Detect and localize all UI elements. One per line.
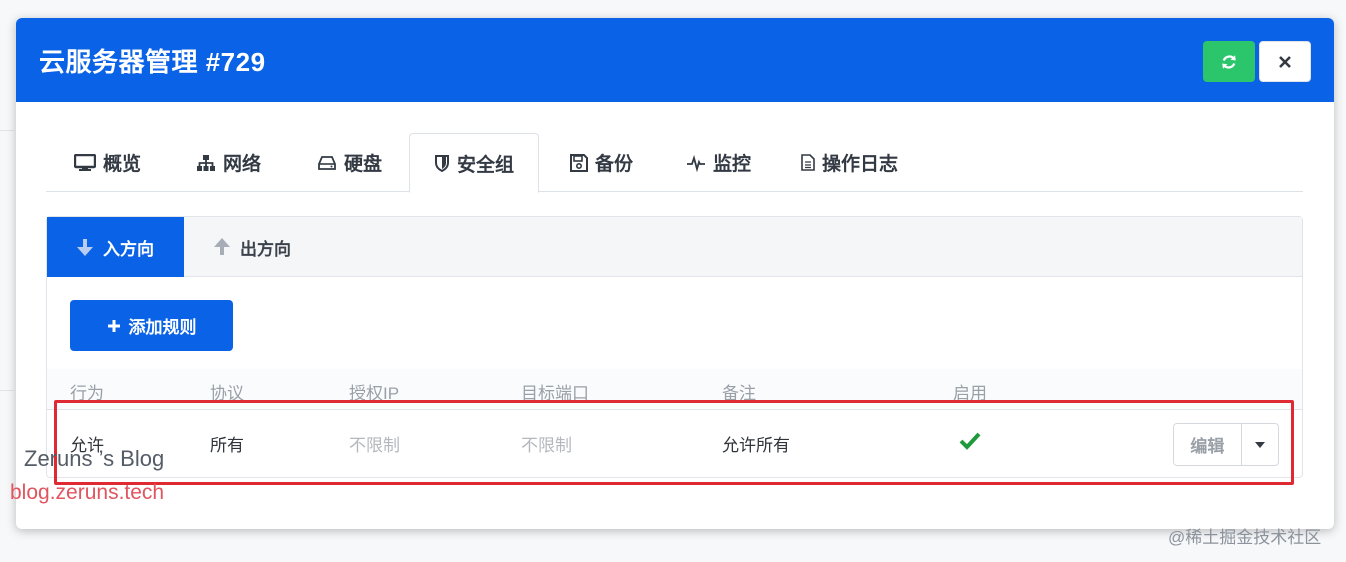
close-button[interactable] xyxy=(1259,41,1311,82)
add-rule-button[interactable]: 添加规则 xyxy=(70,300,233,351)
add-rule-label: 添加规则 xyxy=(128,318,197,337)
edit-button[interactable]: 编辑 xyxy=(1174,424,1241,465)
tab-label: 备份 xyxy=(595,154,634,175)
refresh-button[interactable] xyxy=(1203,41,1255,82)
cell-target-port: 不限制 xyxy=(521,436,572,455)
caret-down-icon xyxy=(1254,441,1265,448)
cell-authorized-ip: 不限制 xyxy=(349,436,400,455)
table-row: 允许 所有 不限制 不限制 允许所有 编辑 xyxy=(47,410,1302,476)
heartbeat-icon xyxy=(686,154,706,172)
column-header: 授权IP xyxy=(349,384,400,403)
refresh-icon xyxy=(1222,54,1236,69)
cell-remark: 允许所有 xyxy=(722,436,790,455)
tab-network[interactable]: 网络 xyxy=(196,133,261,192)
tab-label: 网络 xyxy=(223,154,262,175)
column-header: 备注 xyxy=(722,384,756,403)
tab-label: 安全组 xyxy=(457,154,515,176)
cell-protocol: 所有 xyxy=(210,436,244,455)
modal-title: 云服务器管理 #729 xyxy=(39,47,266,77)
sitemap-icon xyxy=(196,154,216,172)
tab-label: 入方向 xyxy=(103,239,154,259)
tab-inbound[interactable]: 入方向 xyxy=(47,217,184,277)
server-tabs: 概览 网络 硬盘 安全组 备份 监控 操作日志 xyxy=(46,133,1303,193)
row-actions: 编辑 xyxy=(1173,423,1279,466)
arrow-down-icon xyxy=(77,239,93,256)
background-divider xyxy=(0,130,14,131)
watermark-name: Zeruns ’s Blog xyxy=(24,446,165,471)
tab-operation-log[interactable]: 操作日志 xyxy=(801,133,898,192)
shield-icon xyxy=(434,154,450,172)
more-actions-dropdown[interactable] xyxy=(1240,424,1278,465)
hdd-icon xyxy=(317,155,337,171)
tab-security-group[interactable]: 安全组 xyxy=(409,133,540,193)
tab-label: 硬盘 xyxy=(344,154,383,175)
tab-backup[interactable]: 备份 xyxy=(570,133,633,192)
tab-monitoring[interactable]: 监控 xyxy=(686,133,751,192)
save-icon xyxy=(570,153,588,172)
column-header: 行为 xyxy=(70,384,104,403)
close-icon xyxy=(1279,55,1291,68)
column-header: 目标端口 xyxy=(521,384,589,403)
column-header: 协议 xyxy=(210,384,244,403)
watermark-corner: @稀土掘金技术社区 xyxy=(1168,528,1322,547)
security-group-panel: 入方向 出方向 添加规则 行为 协议 授权IP 目标端口 备注 启用 允许 所有… xyxy=(46,216,1303,478)
check-icon xyxy=(959,432,981,455)
watermark-url: blog.zeruns.tech xyxy=(10,481,165,504)
server-management-modal: 云服务器管理 #729 概览 网络 硬盘 安全组 备份 监控 操作日志 入方向 … xyxy=(16,18,1334,529)
plus-icon xyxy=(107,319,120,332)
monitor-icon xyxy=(74,153,96,172)
tab-label: 操作日志 xyxy=(822,154,899,175)
modal-header: 云服务器管理 #729 xyxy=(16,18,1334,102)
rules-table-header: 行为 协议 授权IP 目标端口 备注 启用 xyxy=(47,369,1302,410)
tab-label: 出方向 xyxy=(240,239,291,259)
tab-overview[interactable]: 概览 xyxy=(74,133,141,192)
arrow-up-icon xyxy=(214,238,230,255)
background-divider xyxy=(0,390,14,391)
column-header: 启用 xyxy=(953,384,987,403)
tab-label: 概览 xyxy=(103,154,142,175)
tab-disk[interactable]: 硬盘 xyxy=(317,133,382,192)
file-icon xyxy=(801,154,815,171)
tab-label: 监控 xyxy=(713,154,752,175)
direction-tabs: 入方向 出方向 xyxy=(47,217,1302,277)
tab-outbound[interactable]: 出方向 xyxy=(184,217,334,277)
